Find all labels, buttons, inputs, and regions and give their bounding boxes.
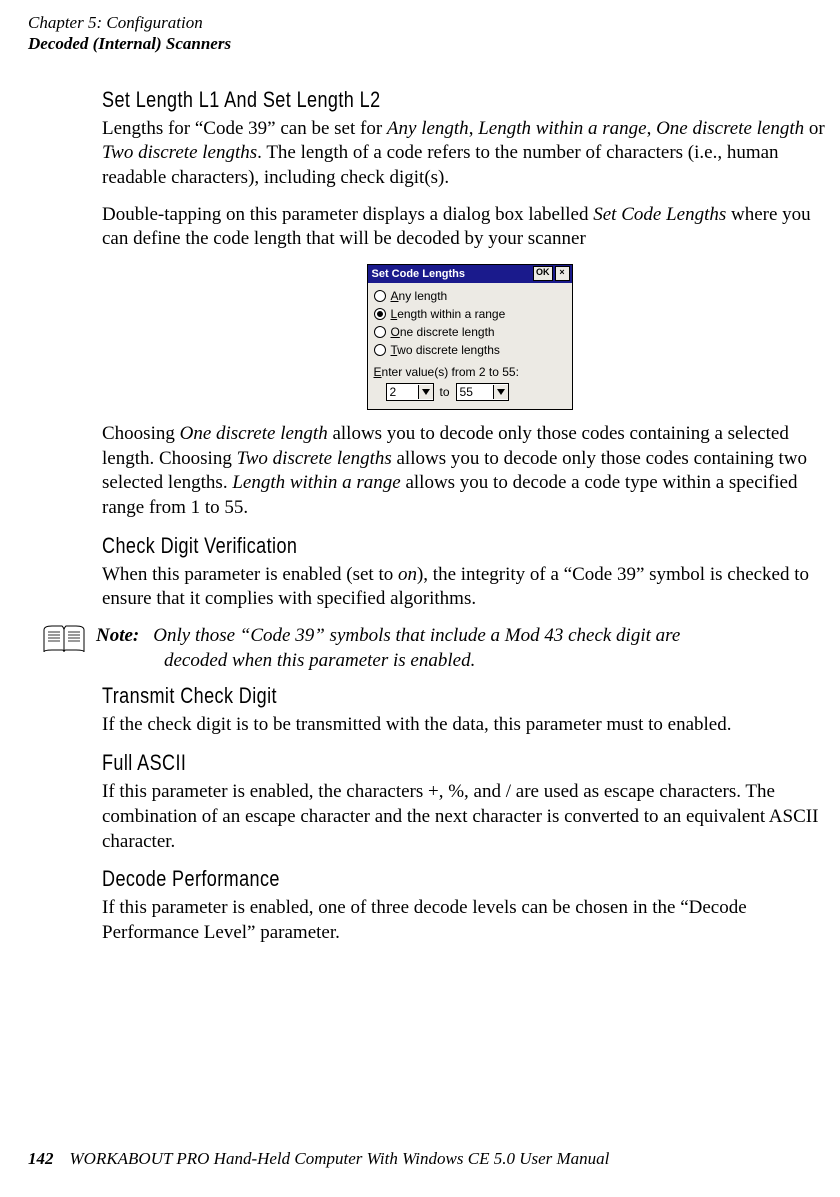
close-button[interactable]: × bbox=[555, 266, 570, 281]
radio-label: Two discrete lengths bbox=[391, 343, 500, 357]
from-select[interactable]: 2 bbox=[386, 383, 434, 401]
radio-any-length[interactable]: Any length bbox=[374, 289, 566, 303]
set-length-para-1: Lengths for “Code 39” can be set for Any… bbox=[102, 117, 837, 191]
set-length-para-3: Choosing One discrete length allows you … bbox=[102, 422, 837, 521]
range-inputs: 2 to 55 bbox=[374, 383, 566, 401]
radio-label: Any length bbox=[391, 289, 448, 303]
radio-icon bbox=[374, 290, 386, 302]
enter-values-label: Enter value(s) from 2 to 55: bbox=[374, 365, 566, 379]
radio-icon bbox=[374, 308, 386, 320]
page-number: 142 bbox=[28, 1149, 70, 1168]
radio-one-discrete[interactable]: One discrete length bbox=[374, 325, 566, 339]
to-select[interactable]: 55 bbox=[456, 383, 509, 401]
to-label: to bbox=[440, 385, 450, 399]
set-code-lengths-dialog: Set Code Lengths OK × Any length Length … bbox=[367, 264, 573, 410]
footer-text: WORKABOUT PRO Hand-Held Computer With Wi… bbox=[70, 1149, 610, 1168]
set-length-para-2: Double-tapping on this parameter display… bbox=[102, 203, 837, 252]
chapter-line: Chapter 5: Configuration bbox=[28, 12, 840, 33]
dialog-screenshot: Set Code Lengths OK × Any length Length … bbox=[102, 264, 837, 410]
full-ascii-para: If this parameter is enabled, the charac… bbox=[102, 780, 837, 854]
radio-icon bbox=[374, 344, 386, 356]
heading-check-digit-verification: Check Digit Verification bbox=[102, 533, 837, 559]
radio-label: Length within a range bbox=[391, 307, 506, 321]
page-header: Chapter 5: Configuration Decoded (Intern… bbox=[0, 12, 840, 55]
note-block: Note:Only those “Code 39” symbols that i… bbox=[42, 624, 837, 673]
radio-icon bbox=[374, 326, 386, 338]
radio-two-discrete[interactable]: Two discrete lengths bbox=[374, 343, 566, 357]
page-content: Set Length L1 And Set Length L2 Lengths … bbox=[0, 55, 840, 946]
heading-transmit-check-digit: Transmit Check Digit bbox=[102, 683, 837, 709]
page-footer: 142WORKABOUT PRO Hand-Held Computer With… bbox=[28, 1149, 609, 1169]
section-line: Decoded (Internal) Scanners bbox=[28, 33, 840, 54]
dialog-titlebar: Set Code Lengths OK × bbox=[368, 265, 572, 283]
heading-set-length: Set Length L1 And Set Length L2 bbox=[102, 87, 837, 113]
chevron-down-icon bbox=[493, 385, 508, 399]
dialog-title: Set Code Lengths bbox=[370, 268, 532, 280]
radio-length-range[interactable]: Length within a range bbox=[374, 307, 566, 321]
radio-label: One discrete length bbox=[391, 325, 495, 339]
heading-decode-performance: Decode Performance bbox=[102, 866, 837, 892]
note-text: Note:Only those “Code 39” symbols that i… bbox=[96, 624, 680, 673]
transmit-check-digit-para: If the check digit is to be transmitted … bbox=[102, 713, 837, 738]
dialog-body: Any length Length within a range One dis… bbox=[368, 283, 572, 409]
radio-dot-icon bbox=[377, 311, 383, 317]
heading-full-ascii: Full ASCII bbox=[102, 750, 837, 776]
decode-performance-para: If this parameter is enabled, one of thr… bbox=[102, 896, 837, 945]
ok-button[interactable]: OK bbox=[533, 266, 553, 281]
chevron-down-icon bbox=[418, 385, 433, 399]
manual-page: Chapter 5: Configuration Decoded (Intern… bbox=[0, 0, 840, 1197]
check-digit-para: When this parameter is enabled (set to o… bbox=[102, 563, 837, 612]
book-icon bbox=[42, 624, 86, 656]
